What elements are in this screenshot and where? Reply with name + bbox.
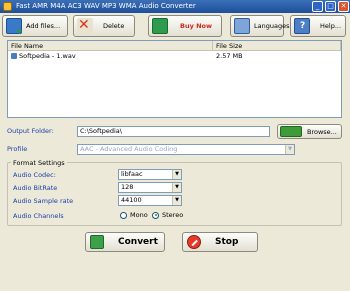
languages-button[interactable]: Languages <box>230 15 289 37</box>
format-settings-title: Format Settings <box>11 159 67 167</box>
delete-label: Delete <box>103 22 125 30</box>
help-label: Help... <box>320 22 342 30</box>
chevron-down-icon[interactable]: ▼ <box>172 196 181 205</box>
help-button[interactable]: Help... <box>290 15 346 37</box>
audio-channels-label: Audio Channels <box>13 212 64 220</box>
maximize-button[interactable]: □ <box>325 1 336 12</box>
close-button[interactable]: ✕ <box>338 1 349 12</box>
convert-button[interactable]: Convert <box>85 232 165 252</box>
column-file-size[interactable]: File Size <box>213 41 341 50</box>
browse-label: Browse... <box>307 127 337 136</box>
file-size: 2.57 MB <box>216 52 243 60</box>
output-folder-label: Output Folder: <box>7 127 54 135</box>
add-files-button[interactable]: Add files... <box>2 15 68 37</box>
delete-button[interactable]: Delete <box>73 15 135 37</box>
stop-button[interactable]: Stop <box>182 232 258 252</box>
help-icon <box>294 18 310 34</box>
app-icon <box>3 2 12 11</box>
audio-bitrate-label: Audio BitRate <box>13 184 58 192</box>
delete-icon <box>77 17 93 34</box>
stereo-radio[interactable]: Stereo <box>152 211 183 219</box>
audio-codec-label: Audio Codec: <box>13 171 56 179</box>
output-folder-input[interactable]: C:\Softpedia\ <box>77 126 270 137</box>
mono-label: Mono <box>130 211 148 219</box>
profile-value: AAC - Advanced Audio Coding <box>80 145 178 153</box>
languages-icon <box>234 18 250 34</box>
chevron-down-icon[interactable]: ▼ <box>172 183 181 192</box>
mono-radio-circle[interactable] <box>120 211 127 219</box>
audio-sample-rate-value: 44100 <box>121 196 142 204</box>
stop-icon <box>187 235 201 249</box>
chevron-down-icon[interactable]: ▼ <box>285 145 294 154</box>
convert-icon <box>90 235 104 249</box>
add-files-label: Add files... <box>26 22 61 30</box>
profile-label: Profile <box>7 145 28 153</box>
chevron-down-icon[interactable]: ▼ <box>172 170 181 179</box>
audio-bitrate-select[interactable]: 128 ▼ <box>118 182 182 193</box>
stereo-radio-circle[interactable] <box>152 211 159 219</box>
stereo-label: Stereo <box>162 211 184 219</box>
buy-now-button[interactable]: Buy Now <box>148 15 222 37</box>
audio-file-icon <box>11 53 17 59</box>
audio-sample-rate-label: Audio Sample rate <box>13 197 74 205</box>
audio-bitrate-value: 128 <box>121 183 134 191</box>
shopping-cart-icon <box>152 18 168 34</box>
title-bar: Fast AMR M4A AC3 WAV MP3 WMA Audio Conve… <box>0 0 350 13</box>
column-file-name[interactable]: File Name <box>8 41 213 50</box>
window-title: Fast AMR M4A AC3 WAV MP3 WMA Audio Conve… <box>16 2 196 10</box>
browse-button[interactable]: Browse... <box>277 124 342 139</box>
file-list-header: File Name File Size <box>8 41 341 51</box>
audio-codec-select[interactable]: libfaac ▼ <box>118 169 182 180</box>
add-files-icon <box>6 18 23 37</box>
folder-icon <box>280 126 302 137</box>
file-name-cell: Softpedia - 1.wav <box>8 51 213 61</box>
file-list[interactable]: File Name File Size Softpedia - 1.wav 2.… <box>7 40 342 118</box>
buy-now-label: Buy Now <box>180 22 212 30</box>
languages-label: Languages <box>254 22 290 30</box>
table-row[interactable]: Softpedia - 1.wav 2.57 MB <box>8 51 341 61</box>
audio-sample-rate-select[interactable]: 44100 ▼ <box>118 195 182 206</box>
mono-radio[interactable]: Mono <box>120 211 148 219</box>
minimize-button[interactable]: _ <box>312 1 323 12</box>
file-name: Softpedia - 1.wav <box>19 52 76 60</box>
audio-codec-value: libfaac <box>121 170 143 178</box>
toolbar: Add files... Delete Buy Now Languages He… <box>0 14 350 38</box>
convert-label: Convert <box>118 237 158 247</box>
stop-label: Stop <box>215 237 239 247</box>
profile-select[interactable]: AAC - Advanced Audio Coding ▼ <box>77 144 295 155</box>
